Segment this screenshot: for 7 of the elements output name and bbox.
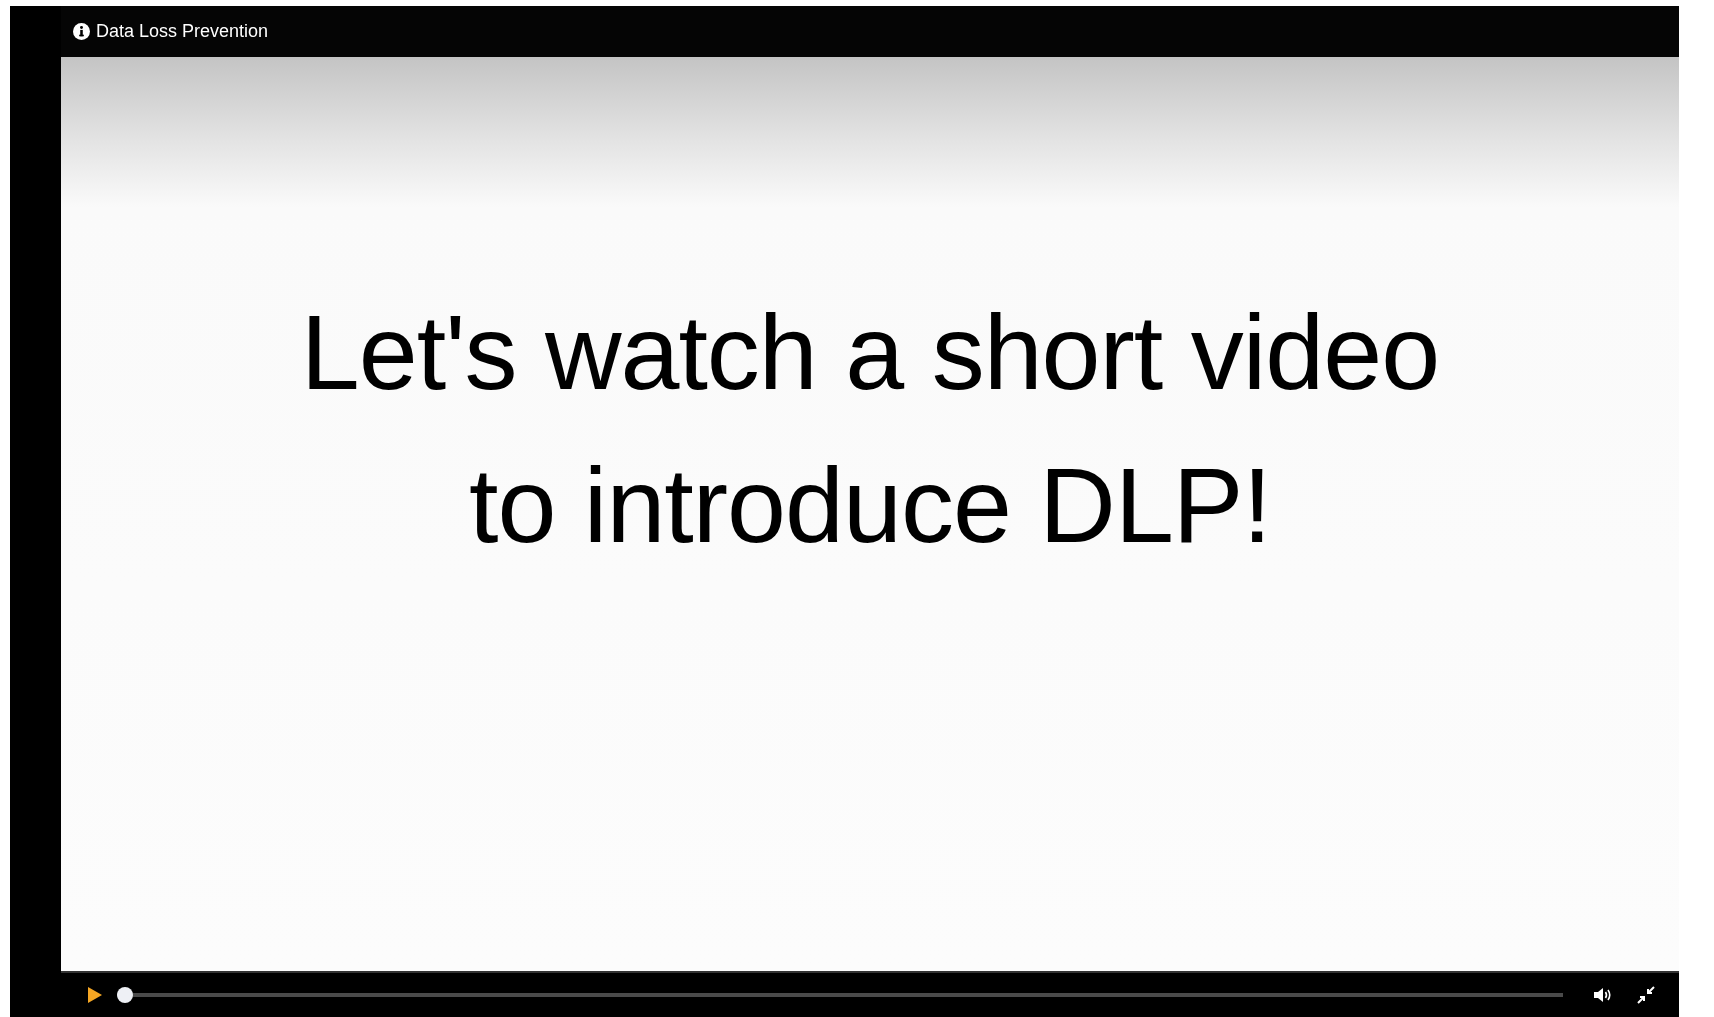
slide-heading: Let's watch a short video to introduce DLP!: [300, 292, 1440, 566]
exit-fullscreen-button[interactable]: [1637, 986, 1655, 1004]
progress-thumb[interactable]: [117, 987, 133, 1003]
volume-button[interactable]: [1593, 987, 1613, 1003]
play-button[interactable]: [87, 986, 103, 1004]
info-icon: [73, 23, 90, 40]
player-title: Data Loss Prevention: [96, 21, 269, 42]
